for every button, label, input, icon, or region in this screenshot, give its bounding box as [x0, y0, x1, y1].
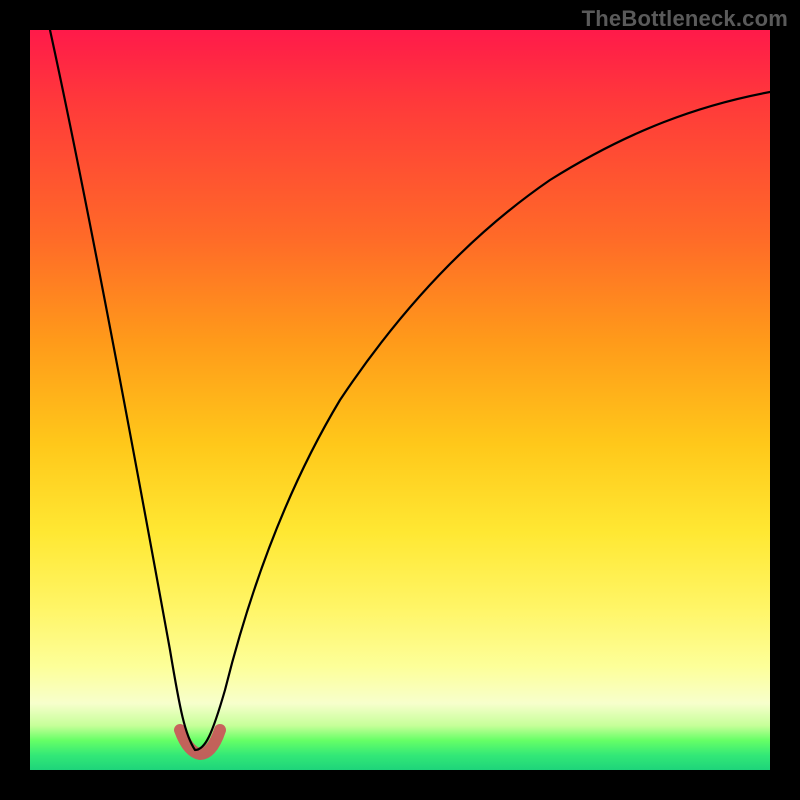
chart-frame: TheBottleneck.com — [0, 0, 800, 800]
curve-line — [50, 30, 770, 750]
bottleneck-curve — [30, 30, 770, 770]
valley-highlight — [180, 730, 220, 754]
watermark-text: TheBottleneck.com — [582, 6, 788, 32]
plot-area — [30, 30, 770, 770]
